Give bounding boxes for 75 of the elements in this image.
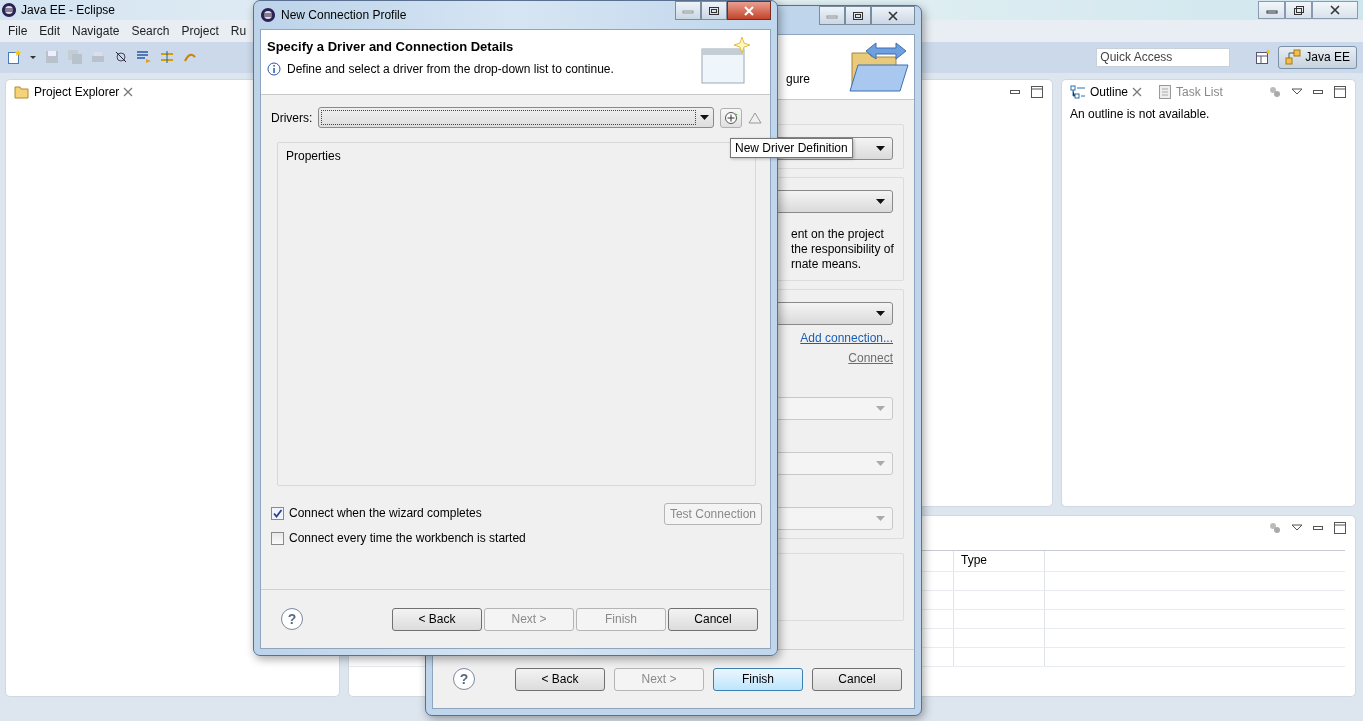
restore-button[interactable] — [1285, 0, 1312, 19]
close-button[interactable] — [871, 6, 915, 25]
tooltip: New Driver Definition — [730, 138, 853, 158]
close-icon — [743, 5, 755, 16]
wizard-button[interactable]: < Back — [392, 607, 482, 631]
view-tab[interactable]: Task List — [1154, 82, 1227, 103]
outline-message: An outline is not available. — [1069, 106, 1211, 124]
check-icon — [272, 507, 283, 519]
list-icon[interactable] — [136, 49, 152, 66]
close-icon[interactable] — [123, 87, 134, 98]
perspective-button[interactable]: Java EE — [1278, 45, 1357, 69]
arrows-icon[interactable] — [159, 49, 175, 66]
help-button[interactable]: ? — [281, 608, 303, 630]
maximize-icon[interactable] — [1333, 85, 1347, 100]
wizard-button[interactable]: Finish — [713, 667, 803, 691]
page-heading: Specify a Driver and Connection Details — [267, 39, 515, 54]
wizard-button[interactable]: < Back — [515, 667, 605, 691]
info-icon — [267, 62, 281, 76]
outline-icon — [1070, 84, 1086, 101]
project-explorer-tab[interactable]: Project Explorer — [10, 83, 138, 102]
add-icon — [724, 110, 739, 125]
maximize-icon[interactable] — [1030, 85, 1044, 100]
maximize-icon[interactable] — [1333, 521, 1347, 536]
caret-icon — [876, 145, 885, 152]
menu-item[interactable]: Ru — [224, 23, 253, 38]
menu-item[interactable]: File — [2, 23, 34, 38]
caret-icon — [876, 405, 885, 412]
help-button[interactable]: ? — [453, 668, 475, 690]
new-driver-button[interactable] — [720, 107, 743, 128]
quick-access-field[interactable]: Quick Access — [1096, 47, 1231, 67]
dialog-title: New Connection Profile — [281, 8, 407, 22]
maximize-button[interactable] — [701, 1, 727, 20]
caret-icon — [700, 114, 710, 121]
close-icon[interactable] — [1132, 87, 1143, 98]
menu-item[interactable]: Project — [175, 23, 225, 38]
description-text: the responsibility of — [791, 242, 893, 257]
group-label: Properties — [286, 149, 342, 163]
open-perspective-icon[interactable] — [1255, 49, 1272, 66]
new-file-icon[interactable] — [6, 49, 22, 66]
maximize-button[interactable] — [845, 6, 871, 25]
column-header[interactable]: Type — [954, 551, 1045, 572]
link[interactable]: Add connection... — [800, 331, 893, 345]
checkbox-option[interactable]: Connect when the wizard completes — [271, 506, 526, 520]
checkbox[interactable] — [271, 531, 284, 545]
wizard-button[interactable]: Cancel — [812, 667, 902, 691]
description-text: ent on the project — [791, 227, 885, 242]
caret-icon — [876, 515, 885, 522]
checkbox[interactable] — [271, 506, 284, 520]
perspective-icon — [1285, 49, 1302, 66]
restore-icon — [1292, 4, 1305, 15]
window-sparkle-icon — [700, 37, 752, 87]
caret-icon — [876, 198, 885, 205]
drivers-label: Drivers: — [271, 110, 313, 125]
header-text: gure — [786, 72, 811, 86]
maximize-icon — [708, 5, 720, 16]
close-icon — [1329, 4, 1341, 15]
menu-item[interactable]: Edit — [33, 23, 67, 38]
maximize-icon — [852, 10, 864, 21]
close-icon — [887, 10, 899, 21]
menu-item[interactable]: Navigate — [66, 23, 126, 38]
folder-icon — [14, 85, 30, 100]
checkbox-option[interactable]: Connect every time the workbench is started — [271, 531, 526, 545]
caret-icon — [876, 310, 885, 317]
wizard-button[interactable]: Cancel — [668, 607, 758, 631]
window-title: Java EE - Eclipse — [21, 2, 116, 17]
drivers-dropdown[interactable] — [318, 107, 715, 128]
caret-icon — [876, 460, 885, 467]
description-text: rnate means. — [791, 257, 863, 272]
document-icon — [1158, 84, 1173, 101]
close-button[interactable] — [727, 1, 771, 20]
close-button[interactable] — [1312, 0, 1358, 19]
menu-item[interactable]: Search — [125, 23, 176, 38]
folder-arrows-icon — [846, 39, 910, 95]
view-tab[interactable]: Outline — [1066, 82, 1147, 103]
info-message: Define and select a driver from the drop-down list to continue. — [287, 62, 614, 76]
